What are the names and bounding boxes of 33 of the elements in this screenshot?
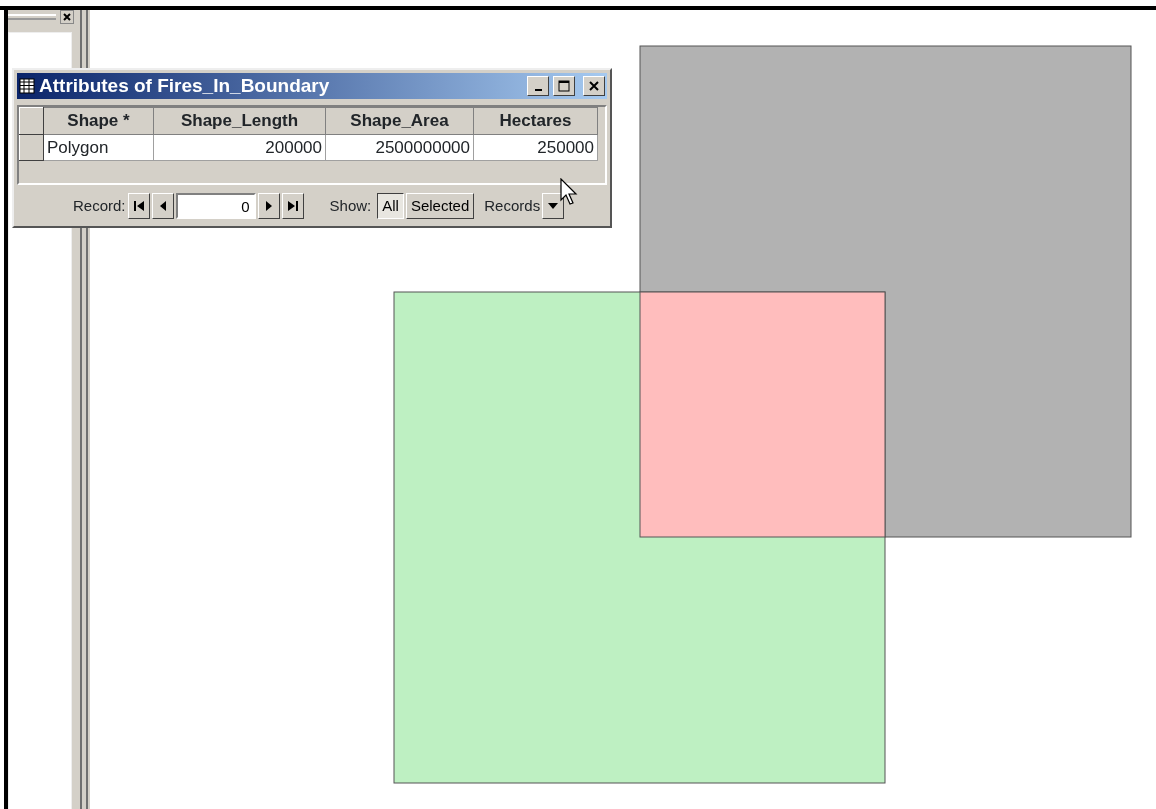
- row-selector[interactable]: [19, 134, 44, 161]
- table-cell: 200000: [153, 134, 326, 161]
- close-icon: [63, 13, 71, 21]
- record-field[interactable]: 0: [175, 193, 256, 219]
- column-header[interactable]: Shape_Area: [325, 107, 474, 134]
- table-cell: 2500000000: [325, 134, 474, 161]
- column-header[interactable]: Hectares: [473, 107, 598, 134]
- window-title: Attributes of Fires_In_Boundary: [39, 73, 330, 98]
- last-record-icon: [286, 200, 299, 212]
- show-option-button[interactable]: All: [377, 193, 404, 219]
- caret-icon: [547, 202, 560, 210]
- last-record-button[interactable]: [281, 193, 304, 219]
- show-option-button[interactable]: Selected: [405, 193, 475, 219]
- table-icon: [19, 78, 35, 94]
- minimize-icon: [534, 89, 542, 91]
- records-menu-label: Records: [484, 195, 541, 216]
- first-record-icon: [132, 200, 145, 212]
- dropdown-button[interactable]: [542, 193, 565, 219]
- show-label: Show:: [329, 195, 372, 216]
- column-header[interactable]: Shape_Length: [153, 107, 326, 134]
- previous-record-button[interactable]: [151, 193, 174, 219]
- next-record-button[interactable]: [257, 193, 280, 219]
- record-label: Record:: [73, 195, 126, 216]
- close-button[interactable]: [60, 10, 74, 24]
- maximize-icon: [558, 80, 570, 92]
- column-header[interactable]: Shape *: [43, 107, 154, 134]
- mouse-cursor-icon: [560, 178, 580, 206]
- first-record-button[interactable]: [127, 193, 150, 219]
- table-cell: Polygon: [43, 134, 154, 161]
- close-icon: [589, 81, 599, 91]
- table-cell: 250000: [473, 134, 598, 161]
- maximize-button[interactable]: [553, 76, 575, 96]
- minimize-button[interactable]: [527, 76, 549, 96]
